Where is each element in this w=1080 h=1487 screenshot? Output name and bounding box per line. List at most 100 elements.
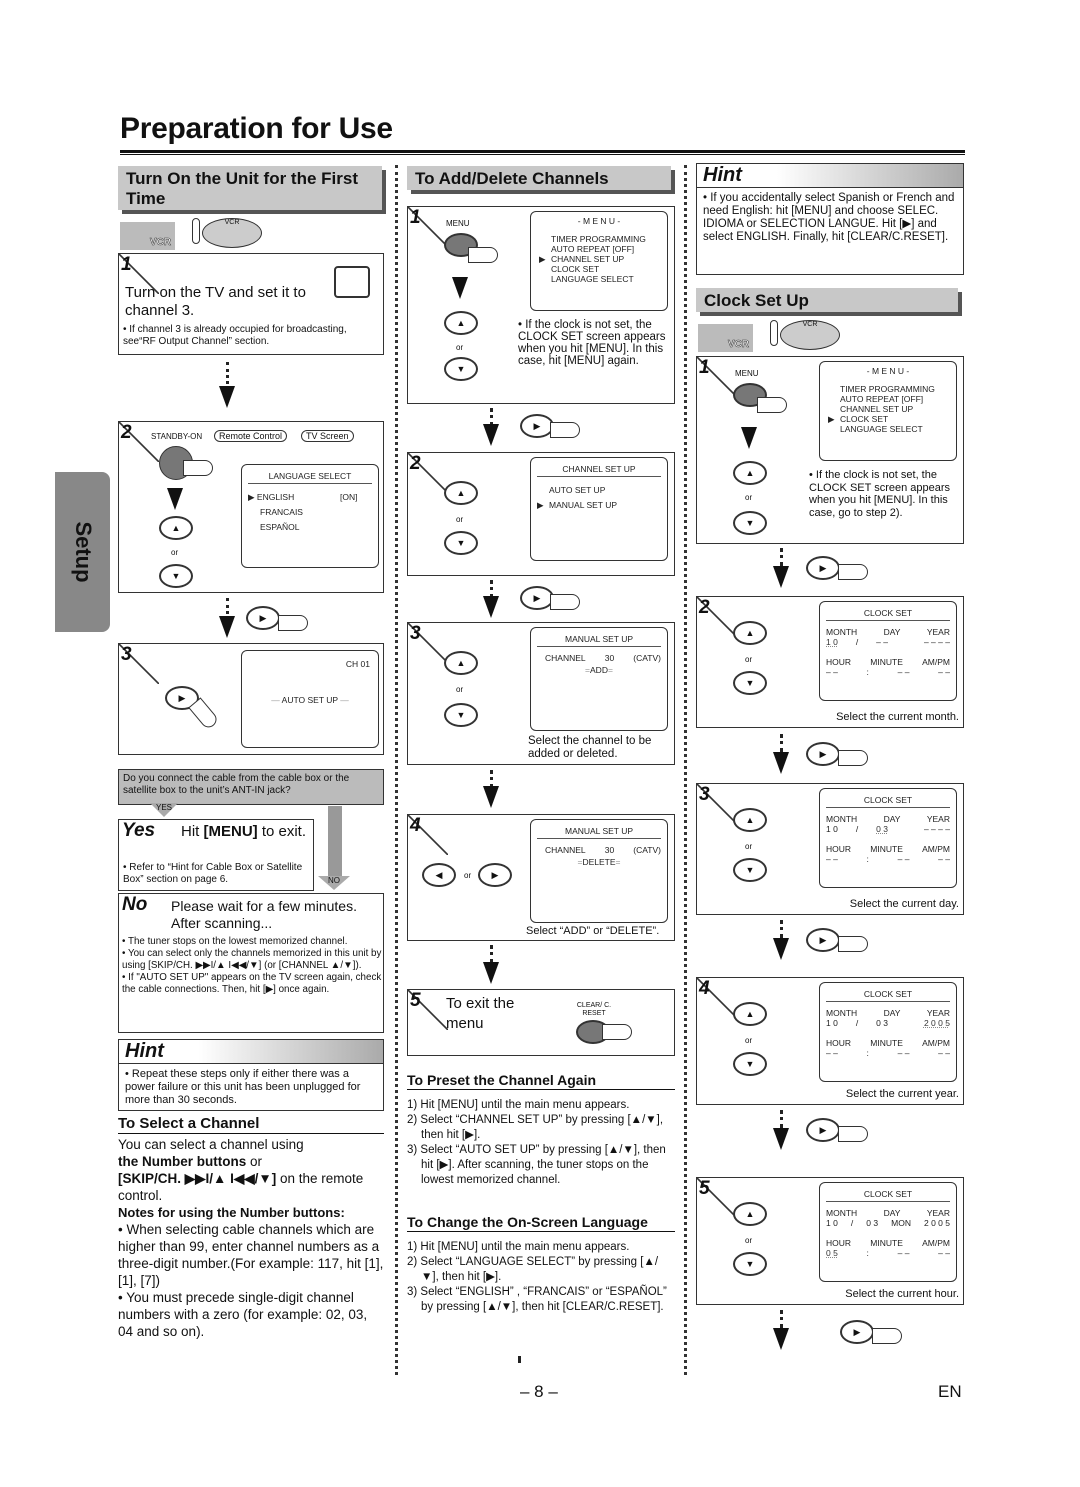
down-button[interactable]: ▼ xyxy=(444,531,478,555)
menu-label: MENU xyxy=(735,369,759,378)
ampm-value: – – xyxy=(938,667,950,677)
no-box: No Please wait for a few minutes. After … xyxy=(118,893,384,1033)
hand-icon xyxy=(188,697,220,731)
right-button[interactable]: ▶ xyxy=(840,1320,874,1344)
preset-heading: To Preset the Channel Again xyxy=(407,1072,675,1090)
date-values: 1 0/0 3 MON 2 0 0 5 xyxy=(826,1218,950,1228)
right-button[interactable]: ▶ xyxy=(806,928,840,952)
year-value: 2 0 0 5 xyxy=(924,1218,950,1228)
time-values: 0 5: – – – – xyxy=(826,1248,950,1258)
down-arrow-icon xyxy=(773,566,789,588)
year-value: – – – – xyxy=(923,637,950,647)
hour-value: – – xyxy=(826,854,838,864)
up-button[interactable]: ▲ xyxy=(733,621,767,645)
preset-steps: 1) Hit [MENU] until the main menu appear… xyxy=(407,1099,666,1186)
yes-label: Yes xyxy=(122,820,156,841)
step-note: • If channel 3 is already occupied for b… xyxy=(123,324,347,347)
yes-tag: YES xyxy=(150,803,178,817)
down-button[interactable]: ▼ xyxy=(444,703,478,727)
standby-on-label: STANDBY-ON xyxy=(151,432,203,441)
up-button[interactable]: ▲ xyxy=(159,516,193,540)
page-number: – 8 – xyxy=(520,1382,558,1401)
add-delete-step-4: 4 ◀ or ▶ MANUAL SET UP CHANNEL 30 (CATV) =… xyxy=(407,814,675,941)
up-button[interactable]: ▲ xyxy=(733,1002,767,1026)
channel-setup-screen: CHANNEL SET UP AUTO SET UP ▶ MANUAL SET U… xyxy=(530,457,668,561)
down-arrow-icon xyxy=(219,616,235,638)
hint-title: Hint xyxy=(119,1040,383,1064)
no-bullet: • The tuner stops on the lowest memorize… xyxy=(122,936,348,947)
down-button[interactable]: ▼ xyxy=(444,357,478,381)
up-button[interactable]: ▲ xyxy=(733,1202,767,1226)
step-number: 1 xyxy=(410,207,421,228)
add-delete-step-2: 2 ▲ or ▼ CHANNEL SET UP AUTO SET UP ▶ MAN… xyxy=(407,452,675,576)
language-select-screen: LANGUAGE SELECT ▶ ENGLISH [ON] FRANCAIS E… xyxy=(241,464,379,568)
down-arrow-icon xyxy=(741,427,757,449)
menu-items: TIMER PROGRAMMING AUTO REPEAT [OFF] ▶ CHA… xyxy=(539,234,646,284)
down-button[interactable]: ▼ xyxy=(733,671,767,695)
no-tag: NO xyxy=(318,876,350,890)
up-button[interactable]: ▲ xyxy=(733,461,767,485)
up-button[interactable]: ▲ xyxy=(444,651,478,675)
day-value: 0 3 xyxy=(866,1218,879,1228)
up-button[interactable]: ▲ xyxy=(444,311,478,335)
step-note: • If the clock is not set, the CLOCK SET… xyxy=(518,319,666,367)
select-channel-body: You can select a channel using the Number… xyxy=(118,1137,384,1339)
down-button[interactable]: ▼ xyxy=(733,1252,767,1276)
step-2-box: 2 STANDBY-ON Remote Control TV Screen ▲ … xyxy=(118,421,384,593)
step-caption: Select the current year. xyxy=(845,1088,959,1100)
step-number: 2 xyxy=(699,597,710,618)
note-item: • You must precede single-digit channel … xyxy=(118,1290,368,1339)
manual-setup-screen: MANUAL SET UP CHANNEL 30 (CATV) =ADD= xyxy=(530,627,668,731)
clock-step-5: 5 ▲ or ▼ CLOCK SET MONTH DAY YEAR 1 0/0 3M… xyxy=(696,1177,964,1305)
right-button[interactable]: ▶ xyxy=(806,1118,840,1142)
down-button[interactable]: ▼ xyxy=(733,511,767,535)
date-values: 1 0/0 32 0 0 5 xyxy=(826,1018,950,1028)
step-number: 5 xyxy=(699,1178,710,1199)
right-button[interactable]: ▶ xyxy=(478,863,512,887)
right-button[interactable]: ▶ xyxy=(520,586,554,610)
add-delete-step-1: 1 MENU ▲ or ▼ - M E N U - TIMER PROGRAMM… xyxy=(407,206,675,404)
hand-icon xyxy=(838,1126,868,1142)
down-button[interactable]: ▼ xyxy=(733,1052,767,1076)
hand-icon xyxy=(838,750,868,766)
down-button[interactable]: ▼ xyxy=(733,858,767,882)
left-button[interactable]: ◀ xyxy=(422,863,456,887)
step-text: To exit the menu xyxy=(446,995,515,1032)
yes-text: Hit [MENU] to exit. xyxy=(181,823,307,840)
up-button[interactable]: ▲ xyxy=(444,481,478,505)
language-item-espanol: ESPAÑOL xyxy=(260,522,300,532)
cable-question-box: Do you connect the cable from the cable … xyxy=(118,769,384,805)
weekday-value: MON xyxy=(891,1218,911,1228)
right-button[interactable]: ▶ xyxy=(806,556,840,580)
year-value: – – – – xyxy=(923,824,950,834)
hint-text: • If you accidentally select Spanish or … xyxy=(703,192,955,243)
day-value: 0 3 xyxy=(876,824,888,834)
title-rule xyxy=(120,150,965,155)
no-path-bar xyxy=(328,806,342,876)
right-button[interactable]: ▶ xyxy=(806,742,840,766)
auto-setup-screen: CH 01 — AUTO SET UP — xyxy=(241,650,379,748)
vcr-icon: VCR xyxy=(120,222,175,250)
clock-step-1: 1 MENU ▲ or ▼ - M E N U - TIMER PROGRAMM… xyxy=(696,356,964,544)
step-number: 3 xyxy=(410,623,421,644)
right-button[interactable]: ▶ xyxy=(520,414,554,438)
delete-status: =DELETE= xyxy=(577,857,621,867)
down-arrow-icon xyxy=(483,786,499,808)
right-button[interactable]: ▶ xyxy=(246,606,280,630)
month-value: 1 0 xyxy=(826,824,838,834)
hand-icon xyxy=(550,594,580,610)
down-arrow-icon xyxy=(773,938,789,960)
down-button[interactable]: ▼ xyxy=(159,564,193,588)
step-caption: Select the current hour. xyxy=(845,1288,959,1300)
time-values: – –: – – – – xyxy=(826,667,950,677)
down-arrow-icon xyxy=(452,277,468,299)
up-button[interactable]: ▲ xyxy=(733,808,767,832)
down-arrow-icon xyxy=(773,752,789,774)
auto-setup-text: — AUTO SET UP — xyxy=(271,695,349,705)
step-caption: Select “ADD” or “DELETE”. xyxy=(526,925,660,937)
vcr-icon: VCR xyxy=(698,324,753,352)
vcr-button-icon: VCR xyxy=(202,218,262,248)
step-1-box: 1 Turn on the TV and set it to channel 3… xyxy=(118,253,384,355)
vcr-button-icon: VCR xyxy=(780,320,840,350)
hint-title: Hint xyxy=(697,164,963,188)
